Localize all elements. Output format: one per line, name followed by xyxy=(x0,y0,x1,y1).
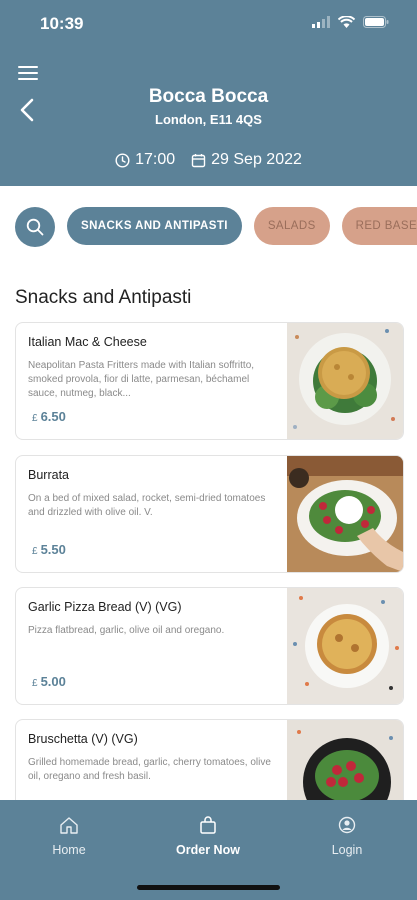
menu-item-name: Garlic Pizza Bread (V) (VG) xyxy=(28,600,182,614)
price-value: 5.50 xyxy=(40,542,66,557)
menu-item-text: Burrata On a bed of mixed salad, rocket,… xyxy=(28,468,273,534)
menu-item-text: Bruschetta (V) (VG) Grilled homemade bre… xyxy=(28,732,273,798)
wifi-icon xyxy=(338,16,355,28)
menu-item-name: Italian Mac & Cheese xyxy=(28,335,147,349)
garlic-bread-image xyxy=(287,588,403,704)
menu-item-description: Neapolitan Pasta Fritters made with Ital… xyxy=(28,360,255,399)
menu-item-price: £5.50 xyxy=(32,542,66,557)
menu-item-card[interactable]: Italian Mac & Cheese Neapolitan Pasta Fr… xyxy=(15,322,404,440)
menu-icon[interactable] xyxy=(18,66,38,82)
menu-item-price: £6.50 xyxy=(32,409,66,424)
section-title: Snacks and Antipasti xyxy=(15,287,192,308)
nav-home-label: Home xyxy=(52,843,86,857)
clock-icon xyxy=(115,152,130,168)
price-value: 5.00 xyxy=(40,674,66,689)
nav-home[interactable]: Home xyxy=(14,816,124,857)
nav-login-label: Login xyxy=(331,843,363,857)
menu-item-text: Garlic Pizza Bread (V) (VG) Pizza flatbr… xyxy=(28,600,273,666)
currency-symbol: £ xyxy=(32,678,38,689)
status-icons xyxy=(312,16,389,28)
status-time: 10:39 xyxy=(40,14,84,33)
search-button[interactable] xyxy=(15,207,55,247)
menu-item-name: Burrata xyxy=(28,468,69,482)
nav-order-now[interactable]: Order Now xyxy=(153,816,263,857)
menu-item-description: Pizza flatbread, garlic, olive oil and o… xyxy=(28,625,225,636)
category-bar: SNACKS AND ANTIPASTI SALADS RED BASE PIZ… xyxy=(15,207,417,247)
category-red-base-pizza[interactable]: RED BASE PIZZA xyxy=(341,207,417,245)
menu-item-name: Bruschetta (V) (VG) xyxy=(28,732,138,746)
order-date[interactable]: 29 Sep 2022 xyxy=(191,151,302,169)
header: 10:39 Bocca Bocca London, E11 4QS 17:00 … xyxy=(0,0,417,186)
order-date-label: 29 Sep 2022 xyxy=(211,151,302,168)
mac-and-cheese-image xyxy=(287,323,403,439)
order-meta: 17:00 29 Sep 2022 xyxy=(0,151,417,169)
menu-item-description: On a bed of mixed salad, rocket, semi-dr… xyxy=(28,493,266,518)
signal-icon xyxy=(312,16,330,28)
order-time[interactable]: 17:00 xyxy=(115,151,175,169)
restaurant-address: London, E11 4QS xyxy=(155,112,262,127)
user-icon xyxy=(338,816,356,834)
home-icon xyxy=(60,817,78,834)
menu-item-text: Italian Mac & Cheese Neapolitan Pasta Fr… xyxy=(28,335,273,401)
restaurant-name: Bocca Bocca xyxy=(148,86,269,107)
currency-symbol: £ xyxy=(32,413,38,424)
menu-item-card[interactable]: Burrata On a bed of mixed salad, rocket,… xyxy=(15,455,404,573)
battery-icon xyxy=(363,16,389,28)
nav-login[interactable]: Login xyxy=(292,816,402,857)
burrata-image xyxy=(287,456,403,572)
bag-icon xyxy=(200,816,216,834)
category-snacks-and-antipasti[interactable]: SNACKS AND ANTIPASTI xyxy=(67,207,242,245)
status-bar: 10:39 xyxy=(0,12,417,36)
currency-symbol: £ xyxy=(32,546,38,557)
price-value: 6.50 xyxy=(40,409,66,424)
order-time-label: 17:00 xyxy=(135,151,176,168)
search-icon xyxy=(26,218,44,236)
menu-item-card[interactable]: Garlic Pizza Bread (V) (VG) Pizza flatbr… xyxy=(15,587,404,705)
calendar-icon xyxy=(191,153,206,167)
menu-item-description: Grilled homemade bread, garlic, cherry t… xyxy=(28,757,271,782)
category-salads[interactable]: SALADS xyxy=(253,207,330,245)
home-indicator[interactable] xyxy=(137,885,280,890)
menu-item-price: £5.00 xyxy=(32,674,66,689)
nav-order-now-label: Order Now xyxy=(176,843,240,857)
